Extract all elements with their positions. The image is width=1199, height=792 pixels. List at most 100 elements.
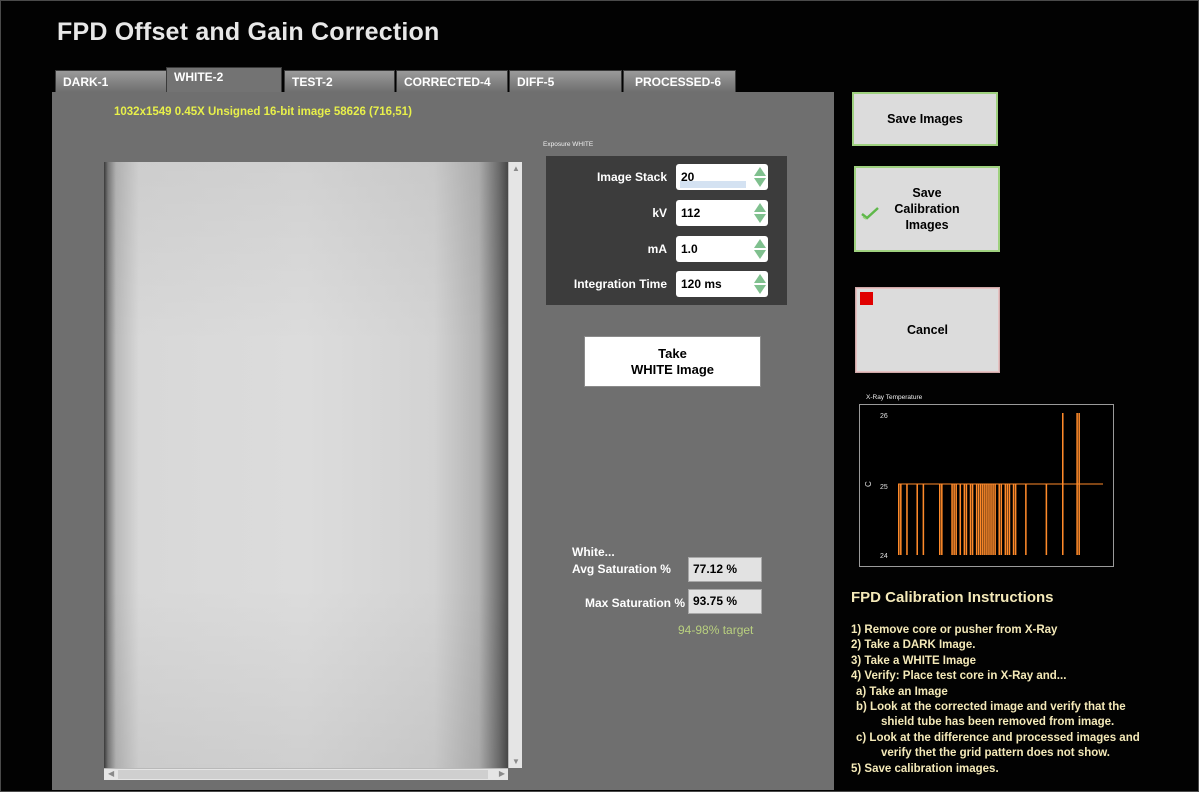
image-stack-field[interactable]: 20	[676, 164, 768, 190]
integration-time-field[interactable]: 120 ms	[676, 271, 768, 297]
kv-stepper[interactable]	[753, 203, 766, 223]
temperature-bar	[965, 484, 968, 555]
spin-down-icon	[753, 250, 766, 259]
instruction-substep-cont: verify thet the grid pattern does not sh…	[881, 747, 1110, 760]
temperature-bar	[975, 484, 978, 555]
scroll-left-arrow-icon[interactable]: ◀	[108, 769, 114, 778]
page-title: FPD Offset and Gain Correction	[57, 18, 440, 46]
horizontal-scrollbar[interactable]: ◀ ▶	[104, 768, 508, 780]
temperature-bar	[994, 484, 996, 555]
ytick-25: 25	[880, 484, 888, 491]
temperature-bar	[971, 484, 974, 555]
take-white-image-button[interactable]: Take WHITE Image	[584, 336, 761, 387]
instruction-substep: b) Look at the corrected image and verif…	[856, 701, 1126, 714]
spin-up-icon	[753, 203, 766, 212]
instruction-step: 2) Take a DARK Image.	[851, 639, 976, 652]
y-axis-label: C	[864, 481, 873, 487]
integration-time-stepper[interactable]	[753, 274, 766, 294]
instruction-substep: c) Look at the difference and processed …	[856, 731, 1140, 744]
instruction-step: 4) Verify: Place test core in X-Ray and.…	[851, 670, 1067, 683]
tab-test-2[interactable]: TEST-2	[284, 70, 395, 92]
temperature-bar	[1006, 484, 1009, 555]
temperature-bar	[1025, 484, 1027, 555]
image-stack-stepper[interactable]	[753, 167, 766, 187]
temperature-bar	[1004, 484, 1007, 555]
saturation-target: 94-98% target	[678, 623, 754, 637]
temperature-bar	[988, 484, 990, 555]
instruction-substep: a) Take an Image	[856, 685, 948, 698]
temperature-bar	[939, 484, 941, 555]
tab-dark-1[interactable]: DARK-1	[55, 70, 167, 92]
tab-diff-5[interactable]: DIFF-5	[509, 70, 622, 92]
temperature-bar	[1045, 484, 1048, 555]
cancel-button[interactable]: Cancel	[855, 287, 1000, 373]
save-images-button[interactable]: Save Images	[852, 92, 998, 146]
scroll-down-arrow-icon[interactable]: ▼	[512, 757, 520, 766]
temperature-bar	[955, 484, 957, 555]
ma-stepper[interactable]	[753, 239, 766, 259]
temperature-bar	[977, 484, 980, 555]
temperature-bar	[992, 484, 994, 555]
instructions-list: 1) Remove core or pusher from X-Ray 2) T…	[851, 623, 1140, 777]
temperature-bar	[984, 484, 986, 555]
instruction-substep-cont: shield tube has been removed from image.	[881, 716, 1115, 729]
scroll-thumb[interactable]	[118, 770, 488, 779]
stop-icon	[860, 292, 873, 305]
temperature-bar	[969, 484, 972, 555]
temperature-bar	[941, 484, 943, 555]
instruction-step: 5) Save calibration images.	[851, 762, 999, 775]
exposure-caption: Exposure WHITE	[543, 141, 594, 148]
spin-up-icon	[753, 167, 766, 176]
image-viewer[interactable]	[104, 162, 508, 768]
temperature-caption: X-Ray Temperature	[866, 394, 923, 401]
temperature-bar	[898, 484, 900, 555]
avg-saturation-value: 77.12 %	[688, 557, 762, 582]
temperature-bar	[1008, 484, 1011, 555]
ma-field[interactable]: 1.0	[676, 236, 768, 262]
spin-up-icon	[753, 274, 766, 283]
spin-down-icon	[753, 178, 766, 187]
temperature-bar	[1012, 484, 1015, 555]
scroll-right-arrow-icon[interactable]: ▶	[499, 769, 505, 778]
spin-down-icon	[753, 214, 766, 223]
exposure-controls: Image Stack 20 kV 112 mA 1.0 Integration…	[546, 156, 787, 305]
temperature-bar	[986, 484, 988, 555]
temperature-bar	[906, 484, 908, 555]
scroll-up-arrow-icon[interactable]: ▲	[512, 164, 520, 173]
temperature-bar	[980, 484, 982, 555]
max-saturation-value: 93.75 %	[688, 589, 762, 614]
stack-progress	[680, 181, 746, 188]
temperature-bar	[990, 484, 992, 555]
instructions-title: FPD Calibration Instructions	[851, 589, 1054, 606]
temperature-bar	[959, 484, 962, 555]
temperature-bar	[982, 484, 984, 555]
instruction-step: 1) Remove core or pusher from X-Ray	[851, 624, 1058, 636]
temperature-bar	[953, 484, 955, 555]
spin-down-icon	[753, 285, 766, 294]
image-stack-label: Image Stack	[596, 170, 667, 184]
vertical-scrollbar[interactable]: ▲ ▼	[508, 162, 522, 768]
temperature-bar	[1014, 484, 1017, 555]
tab-white-2[interactable]: WHITE-2	[166, 67, 282, 95]
integration-time-label: Integration Time	[573, 277, 667, 291]
kv-field[interactable]: 112	[676, 200, 768, 226]
ytick-26: 26	[880, 413, 888, 420]
image-info: 1032x1549 0.45X Unsigned 16-bit image 58…	[114, 106, 412, 118]
temperature-chart: 26 25 24 C	[859, 404, 1114, 567]
check-icon	[861, 207, 879, 220]
avg-saturation-label: Avg Saturation %	[572, 562, 671, 576]
temperature-bar	[900, 484, 902, 555]
temperature-bar	[998, 484, 1000, 555]
temperature-bar	[1000, 484, 1003, 555]
ytick-24: 24	[880, 553, 888, 560]
temperature-bar	[951, 484, 953, 555]
temperature-bar	[922, 484, 925, 555]
tab-processed-6[interactable]: PROCESSED-6	[623, 70, 736, 92]
kv-label: kV	[652, 206, 667, 220]
ma-label: mA	[647, 242, 667, 256]
spin-up-icon	[753, 239, 766, 248]
max-saturation-label: Max Saturation %	[585, 596, 686, 610]
temperature-chart-svg: 26 25 24 C	[864, 413, 1103, 560]
tab-corrected-4[interactable]: CORRECTED-4	[396, 70, 508, 92]
instruction-step: 3) Take a WHITE Image	[851, 654, 977, 667]
